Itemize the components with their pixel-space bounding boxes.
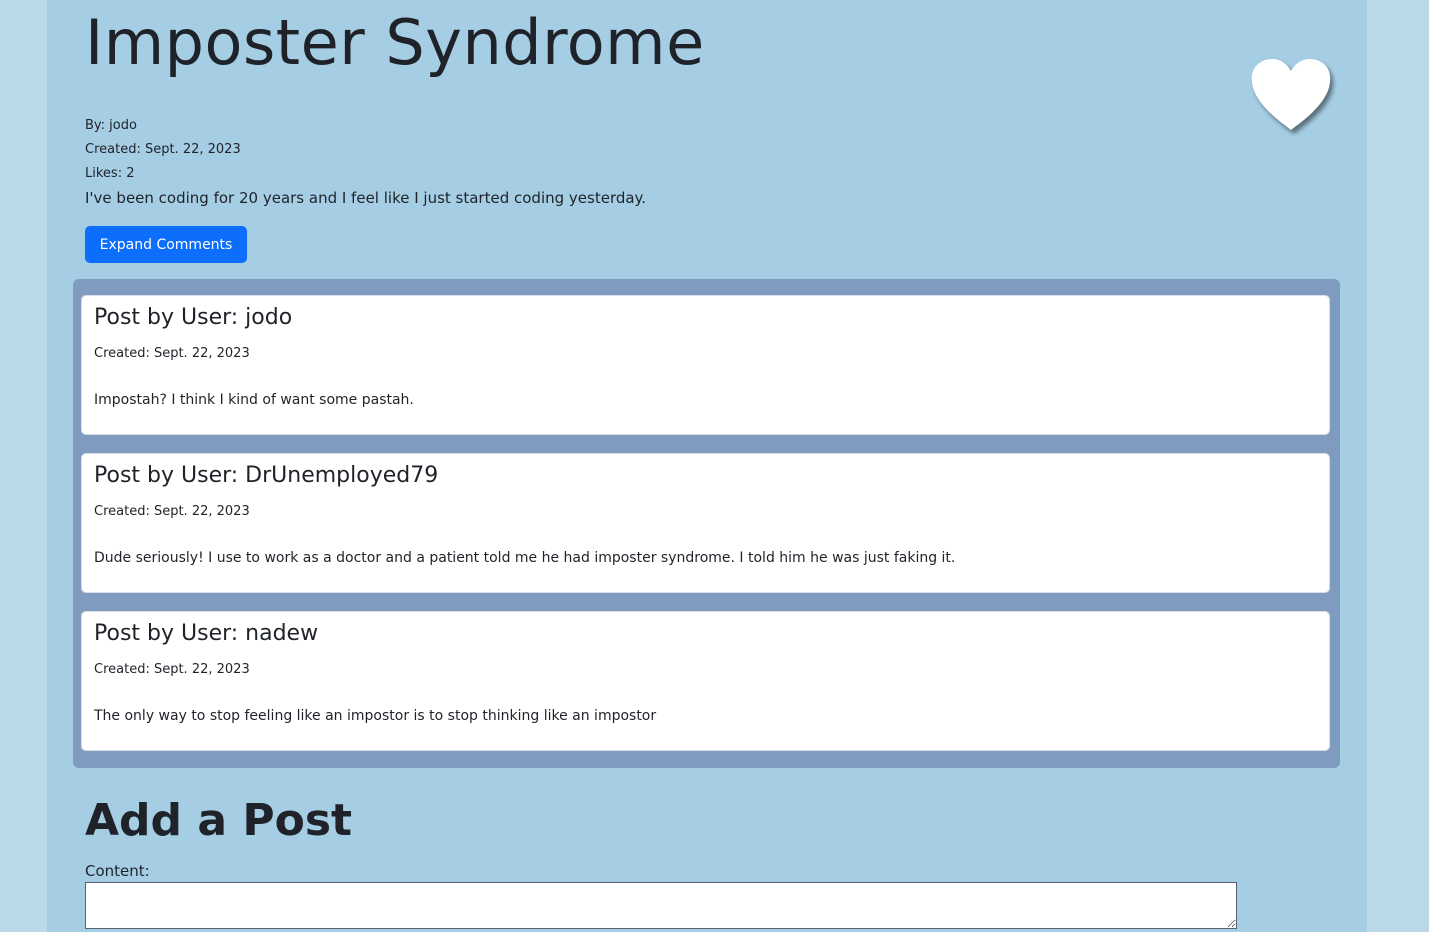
post-author: By: jodo [85,118,137,133]
content-textarea[interactable] [85,882,1237,929]
comment-card: Post by User: DrUnemployed79 Created: Se… [81,453,1330,593]
post-page: Imposter Syndrome By: jodo Created: Sept… [47,0,1367,932]
content-label: Content: [85,862,150,880]
comment-text: Impostah? I think I kind of want some pa… [94,392,414,408]
comment-created-date: Created: Sept. 22, 2023 [94,346,250,361]
comment-card: Post by User: nadew Created: Sept. 22, 2… [81,611,1330,751]
comment-created-date: Created: Sept. 22, 2023 [94,504,250,519]
post-title: Imposter Syndrome [85,6,705,79]
comments-panel: Post by User: jodo Created: Sept. 22, 20… [73,279,1340,768]
post-body: I've been coding for 20 years and I feel… [85,189,647,207]
comment-text: The only way to stop feeling like an imp… [94,708,657,724]
comment-title: Post by User: jodo [94,305,293,330]
comment-title: Post by User: nadew [94,621,319,646]
comment-card: Post by User: jodo Created: Sept. 22, 20… [81,295,1330,435]
comment-text: Dude seriously! I use to work as a docto… [94,550,956,566]
add-post-heading: Add a Post [85,795,353,846]
heart-icon[interactable] [1250,58,1332,132]
comment-created-date: Created: Sept. 22, 2023 [94,662,250,677]
expand-comments-button[interactable]: Expand Comments [85,226,247,263]
comment-title: Post by User: DrUnemployed79 [94,463,439,488]
post-created-date: Created: Sept. 22, 2023 [85,142,241,157]
post-likes-count: Likes: 2 [85,166,135,181]
